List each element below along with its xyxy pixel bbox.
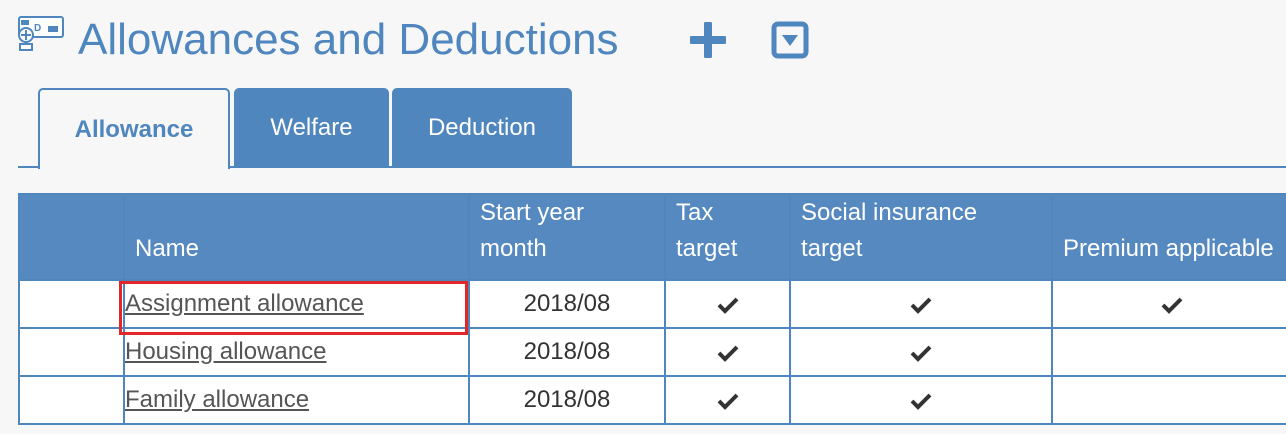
checkmark-icon bbox=[910, 297, 932, 314]
table-row: Assignment allowance 2018/08 bbox=[18, 279, 1286, 329]
table-header-row: Name Start year month Tax target Social … bbox=[18, 193, 1286, 281]
social-cell bbox=[789, 327, 1053, 377]
checkmark-icon bbox=[1161, 297, 1182, 314]
page-title: Allowances and Deductions bbox=[78, 15, 619, 64]
row-select-cell[interactable] bbox=[18, 327, 125, 377]
column-header-tax[interactable]: Tax target bbox=[664, 193, 791, 281]
column-header-name[interactable]: Name bbox=[123, 193, 470, 281]
column-header-blank bbox=[18, 193, 125, 281]
tax-cell bbox=[664, 375, 791, 425]
allowance-card-icon: D bbox=[18, 16, 64, 51]
tax-cell bbox=[664, 279, 791, 329]
allowance-name-link[interactable]: Family allowance bbox=[125, 386, 309, 413]
allowance-name-link[interactable]: Housing allowance bbox=[125, 338, 326, 365]
tab-allowance[interactable]: Allowance bbox=[38, 88, 230, 169]
row-select-cell[interactable] bbox=[18, 279, 125, 329]
table-row: Housing allowance 2018/08 bbox=[18, 327, 1286, 377]
checkmark-icon bbox=[717, 345, 738, 362]
social-cell bbox=[789, 279, 1053, 329]
column-header-start[interactable]: Start year month bbox=[468, 193, 666, 281]
allowance-table: Name Start year month Tax target Social … bbox=[18, 193, 1286, 425]
column-header-social[interactable]: Social insurance target bbox=[789, 193, 1053, 281]
allowance-name-link[interactable]: Assignment allowance bbox=[125, 290, 364, 317]
checkmark-icon bbox=[910, 345, 932, 362]
checkmark-icon bbox=[717, 393, 738, 410]
premium-cell bbox=[1051, 327, 1286, 377]
row-select-cell[interactable] bbox=[18, 375, 125, 425]
social-cell bbox=[789, 375, 1053, 425]
premium-cell bbox=[1051, 279, 1286, 329]
table-row: Family allowance 2018/08 bbox=[18, 375, 1286, 425]
premium-cell bbox=[1051, 375, 1286, 425]
tab-welfare[interactable]: Welfare bbox=[234, 88, 389, 167]
tab-deduction[interactable]: Deduction bbox=[392, 88, 572, 167]
start-date-cell: 2018/08 bbox=[468, 327, 666, 377]
tax-cell bbox=[664, 327, 791, 377]
checkmark-icon bbox=[717, 297, 738, 314]
column-header-premium[interactable]: Premium applicable bbox=[1051, 193, 1286, 281]
dropdown-box-icon[interactable] bbox=[771, 21, 809, 59]
start-date-cell: 2018/08 bbox=[468, 375, 666, 425]
start-date-cell: 2018/08 bbox=[468, 279, 666, 329]
svg-text:D: D bbox=[34, 23, 41, 34]
checkmark-icon bbox=[910, 393, 932, 410]
plus-icon[interactable] bbox=[690, 22, 726, 58]
